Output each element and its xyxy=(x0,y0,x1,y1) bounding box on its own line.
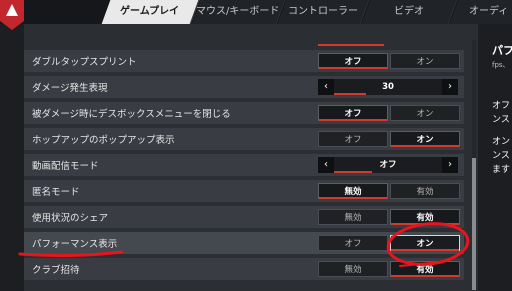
option-left-button[interactable]: 無効 xyxy=(318,209,388,225)
setting-label: 被ダメージ時にデスボックスメニューを閉じる xyxy=(32,109,231,120)
option-right-button[interactable]: 有効 xyxy=(390,261,460,277)
info-line: ンス xyxy=(492,151,510,161)
tab-audio-label: オーディ xyxy=(469,6,509,17)
option-right-button[interactable]: オン xyxy=(390,235,460,251)
info-line: オフ xyxy=(492,101,511,111)
setting-row: クラブ招待 無効 有効 xyxy=(24,258,464,280)
tab-mouse-keyboard[interactable]: マウス/キーボード xyxy=(191,0,286,24)
info-title: パフ xyxy=(492,44,512,57)
option-left-button[interactable]: オフ xyxy=(318,131,388,147)
setting-label: ダブルタップスプリント xyxy=(32,57,137,68)
tab-gameplay-label: ゲームプレイ xyxy=(120,6,180,17)
stepper-progress xyxy=(334,171,372,173)
option-right-button[interactable]: 有効 xyxy=(390,183,460,199)
setting-row: ダメージ発生表現 ‹ 30 › xyxy=(24,76,464,98)
tab-controller[interactable]: コントローラー xyxy=(277,0,370,24)
info-subtitle: fps、 xyxy=(492,61,510,69)
scrollbar[interactable] xyxy=(472,40,476,290)
info-line: ます xyxy=(492,165,511,175)
tab-controller-label: コントローラー xyxy=(288,6,358,17)
top-tab-bar: ゲームプレイ マウス/キーボード コントローラー ビデオ オーディ xyxy=(0,0,512,24)
chevron-left-icon[interactable]: ‹ xyxy=(318,157,334,173)
setting-label: 使用状況のシェア xyxy=(32,213,109,224)
setting-label: ホップアップのポップアップ表示 xyxy=(32,135,175,146)
setting-label: 匿名モード xyxy=(32,187,80,198)
tab-gameplay[interactable]: ゲームプレイ xyxy=(101,0,200,24)
option-left-button[interactable]: オフ xyxy=(318,105,388,121)
info-line: オン xyxy=(492,137,511,147)
setting-row: パフォーマンス表示 オフ オン xyxy=(24,232,464,254)
stepper-progress xyxy=(334,93,366,95)
option-left-button[interactable]: 無効 xyxy=(318,183,388,199)
info-line: ンス xyxy=(492,115,510,125)
tab-mouse-keyboard-label: マウス/キーボード xyxy=(196,6,280,17)
value-stepper[interactable]: ‹ オフ › xyxy=(318,157,458,173)
chevron-right-icon[interactable]: › xyxy=(442,157,458,173)
logo-mark xyxy=(6,4,18,16)
setting-label: ダメージ発生表現 xyxy=(32,83,108,94)
setting-row: 被ダメージ時にデスボックスメニューを閉じる オフ オン xyxy=(24,102,464,124)
chevron-left-icon[interactable]: ‹ xyxy=(318,79,334,95)
setting-label: クラブ招待 xyxy=(32,265,80,276)
setting-label: パフォーマンス表示 xyxy=(32,239,118,250)
setting-row: ホップアップのポップアップ表示 オフ オン xyxy=(24,128,464,150)
scrollbar-thumb[interactable] xyxy=(472,158,476,290)
setting-row: 動画配信モード ‹ オフ › xyxy=(24,154,464,176)
selected-indicator-partial xyxy=(318,44,384,46)
chevron-right-icon[interactable]: › xyxy=(442,79,458,95)
tab-audio[interactable]: オーディ xyxy=(449,0,512,24)
option-right-button[interactable]: オン xyxy=(390,53,460,69)
apex-logo-icon xyxy=(0,0,24,30)
option-right-button[interactable]: オン xyxy=(390,105,460,121)
tab-video-label: ビデオ xyxy=(394,6,424,17)
setting-row: 匿名モード 無効 有効 xyxy=(24,180,464,202)
setting-row: 使用状況のシェア 無効 有効 xyxy=(24,206,464,228)
tab-video[interactable]: ビデオ xyxy=(361,0,458,24)
option-left-button[interactable]: オフ xyxy=(318,53,388,69)
option-right-button[interactable]: オン xyxy=(390,131,460,147)
setting-row: ダブルタップスプリント オフ オン xyxy=(24,50,464,72)
setting-label: 動画配信モード xyxy=(32,161,99,172)
info-panel: パフ fps、 オフ ンス オン ンス ます xyxy=(486,30,512,180)
option-left-button[interactable]: 無効 xyxy=(318,261,388,277)
option-right-button[interactable]: 有効 xyxy=(390,209,460,225)
value-stepper[interactable]: ‹ 30 › xyxy=(318,79,458,95)
option-left-button[interactable]: オフ xyxy=(318,235,388,251)
